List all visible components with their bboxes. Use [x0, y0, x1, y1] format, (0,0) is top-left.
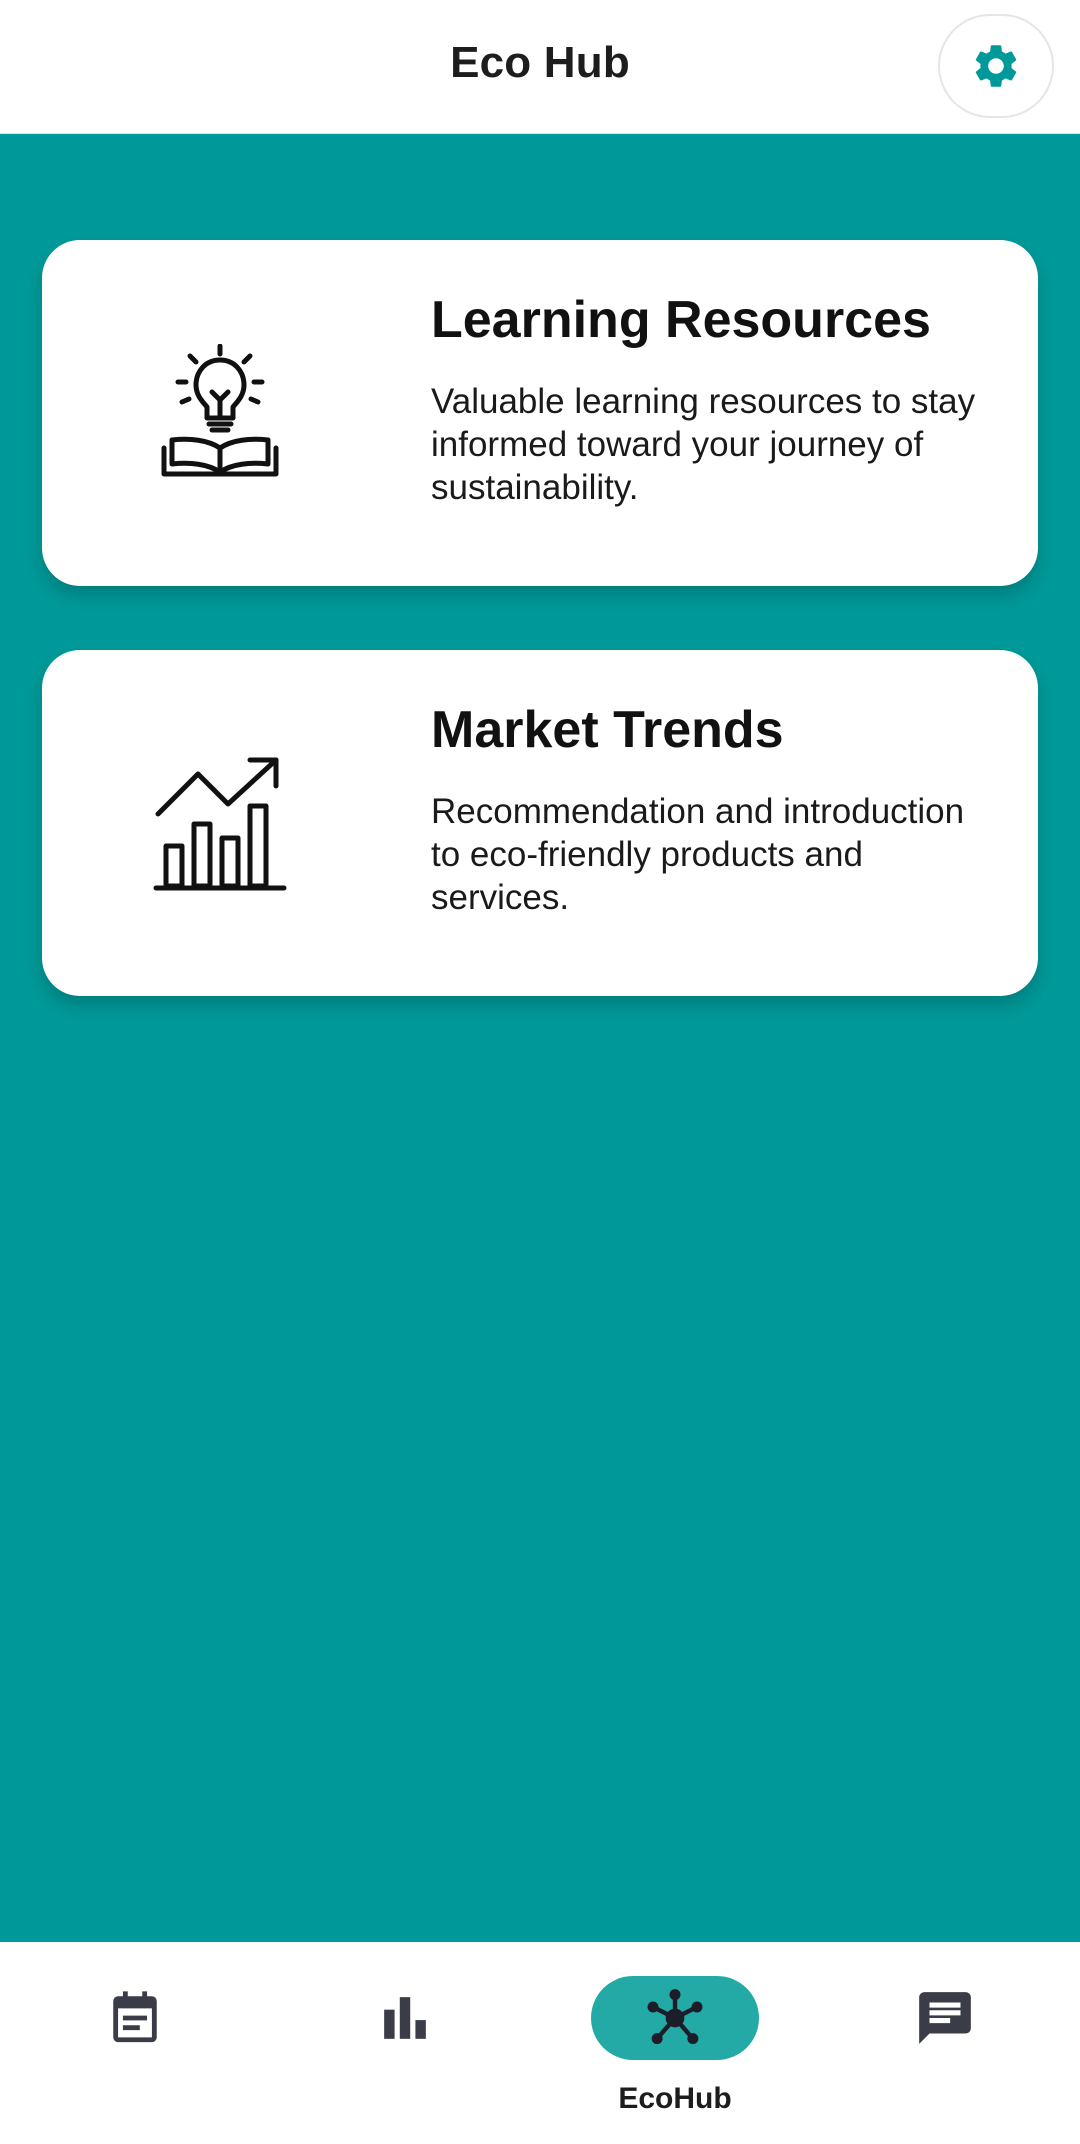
- nav-item-stats[interactable]: [270, 1942, 540, 2144]
- active-nav-indicator: [591, 1976, 759, 2060]
- nav-item-chat[interactable]: [810, 1942, 1080, 2144]
- chat-icon: [914, 1987, 976, 2049]
- learning-resources-card[interactable]: Learning Resources Valuable learning res…: [42, 240, 1038, 586]
- bottom-navigation: EcoHub: [0, 1942, 1080, 2144]
- card-title: Market Trends: [431, 701, 784, 759]
- nav-label-ecohub: EcoHub: [618, 2082, 732, 2115]
- nav-item-ecohub[interactable]: EcoHub: [540, 1942, 810, 2144]
- page-title: Eco Hub: [450, 38, 630, 87]
- top-app-bar: Eco Hub: [0, 0, 1080, 134]
- network-hub-icon: [647, 1989, 703, 2045]
- calendar-icon: [106, 1989, 164, 2047]
- growth-chart-icon: [153, 757, 287, 891]
- card-title: Learning Resources: [431, 291, 931, 349]
- card-description: Recommendation and introduction to eco-f…: [431, 792, 965, 917]
- bar-chart-icon: [380, 1993, 430, 2043]
- nav-item-calendar[interactable]: [0, 1942, 270, 2144]
- gear-icon: [975, 45, 1017, 87]
- main-content: Learning Resources Valuable learning res…: [0, 134, 1080, 1942]
- market-trends-card[interactable]: Market Trends Recommendation and introdu…: [42, 650, 1038, 996]
- card-description: Valuable learning resources to stay info…: [431, 382, 976, 507]
- settings-button[interactable]: [938, 14, 1054, 118]
- lightbulb-book-icon: [161, 344, 279, 477]
